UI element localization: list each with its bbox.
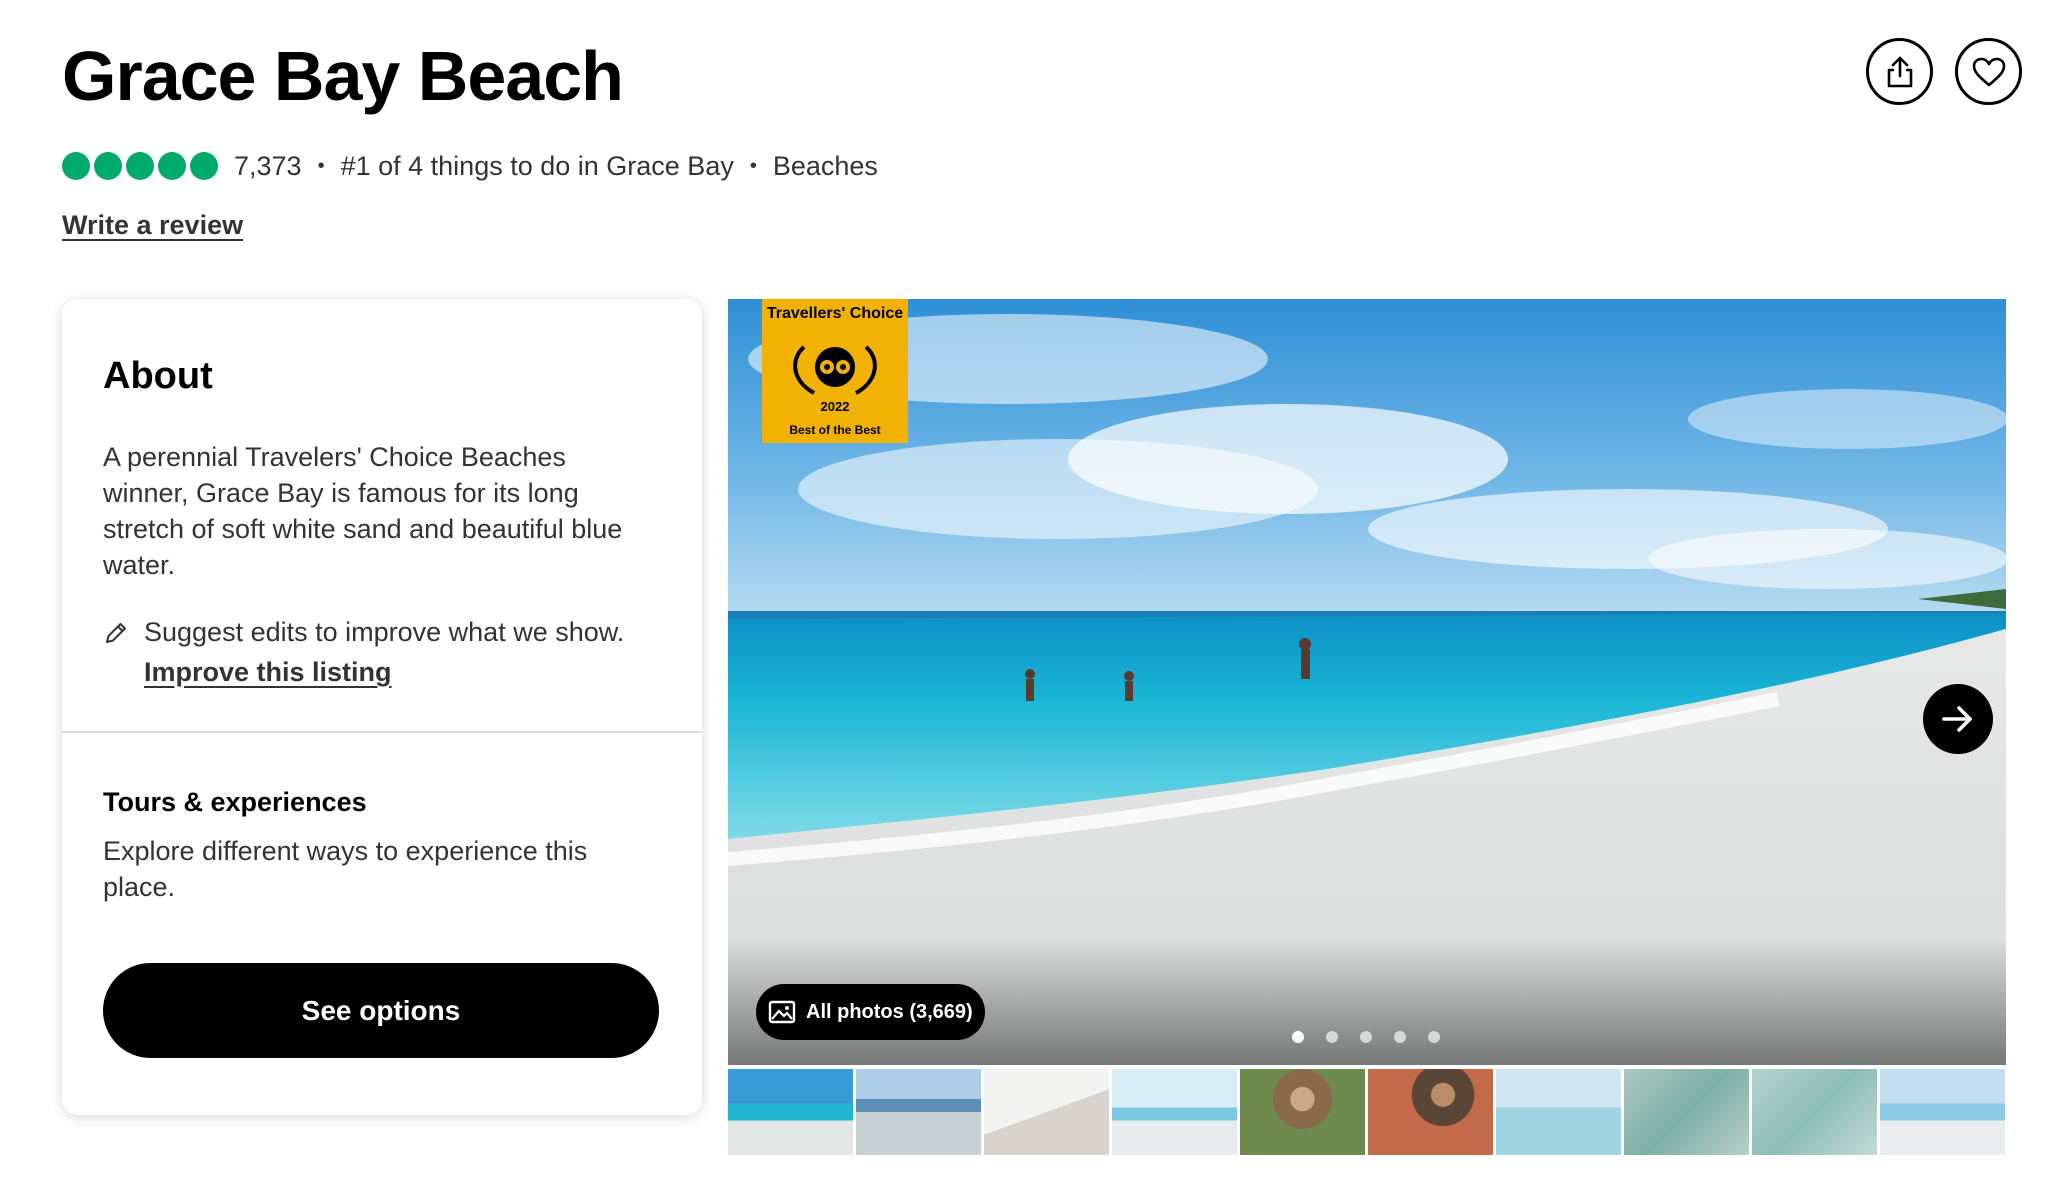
arrow-right-icon [1942, 706, 1972, 732]
improve-listing-link[interactable]: Improve this listing [144, 654, 624, 690]
photo-thumbnail[interactable] [1240, 1069, 1365, 1155]
suggest-text: Suggest edits to improve what we show. [144, 617, 625, 647]
review-count[interactable]: 7,373 [234, 151, 302, 182]
suggest-edits: Suggest edits to improve what we show. I… [103, 614, 624, 690]
photo-thumbnail[interactable] [1880, 1069, 2005, 1155]
ranking-link[interactable]: #1 of 4 things to do in Grace Bay [341, 151, 734, 182]
all-photos-label: All photos (3,669) [806, 1000, 973, 1023]
beach-photo [728, 299, 2006, 1065]
rating-bubble [190, 152, 218, 180]
photo-thumbnail[interactable] [728, 1069, 853, 1155]
tours-description: Explore different ways to experience thi… [103, 836, 588, 902]
rating-bubble [94, 152, 122, 180]
about-section: About A perennial Travelers' Choice Beac… [62, 299, 702, 733]
share-button[interactable] [1866, 38, 1933, 105]
rating-row: 7,373 • #1 of 4 things to do in Grace Ba… [62, 146, 878, 186]
about-description: A perennial Travelers' Choice Beaches wi… [103, 442, 623, 580]
see-options-button[interactable]: See options [103, 963, 659, 1058]
main-photo[interactable]: Travellers' Choice 2022 Best of the Best [728, 299, 2006, 1065]
photo-thumbnail[interactable] [856, 1069, 981, 1155]
badge-subtitle: Best of the Best [789, 423, 881, 437]
badge-title: Travellers' Choice [766, 305, 904, 322]
separator: • [749, 154, 757, 177]
carousel-dot[interactable] [1360, 1031, 1372, 1043]
owl-laurel-icon [793, 345, 877, 395]
carousel-dots [1292, 1031, 1440, 1043]
rating-bubble [126, 152, 154, 180]
page-title: Grace Bay Beach [62, 37, 624, 115]
save-button[interactable] [1955, 38, 2022, 105]
photo-thumbnail[interactable] [1752, 1069, 1877, 1155]
next-photo-button[interactable] [1923, 684, 1993, 754]
carousel-dot[interactable] [1394, 1031, 1406, 1043]
category-link[interactable]: Beaches [773, 151, 878, 182]
header-actions [1866, 38, 2022, 105]
write-review-link[interactable]: Write a review [62, 210, 243, 241]
pencil-icon [106, 623, 126, 643]
badge-year: 2022 [820, 399, 850, 414]
photo-thumbnail[interactable] [1496, 1069, 1621, 1155]
thumbnail-strip [728, 1069, 2006, 1155]
tours-title: Tours & experiences [103, 787, 367, 817]
heart-icon [1972, 57, 2005, 86]
photo-thumbnail[interactable] [1624, 1069, 1749, 1155]
rating-bubble [158, 152, 186, 180]
travellers-choice-badge: Travellers' Choice 2022 Best of the Best [762, 299, 908, 443]
rating-bubbles[interactable] [62, 152, 218, 180]
about-card: About A perennial Travelers' Choice Beac… [62, 299, 702, 1115]
all-photos-button[interactable]: All photos (3,669) [756, 984, 985, 1040]
separator: • [317, 154, 325, 177]
image-icon [768, 1000, 796, 1024]
rating-bubble [62, 152, 90, 180]
attraction-page: Grace Bay Beach 7,373 • #1 of 4 things t… [0, 0, 2046, 1202]
photo-thumbnail[interactable] [984, 1069, 1109, 1155]
carousel-dot[interactable] [1428, 1031, 1440, 1043]
share-icon [1887, 56, 1912, 87]
carousel-dot[interactable] [1326, 1031, 1338, 1043]
carousel-dot[interactable] [1292, 1031, 1304, 1043]
photo-thumbnail[interactable] [1368, 1069, 1493, 1155]
about-title: About [103, 355, 213, 397]
photo-thumbnail[interactable] [1112, 1069, 1237, 1155]
